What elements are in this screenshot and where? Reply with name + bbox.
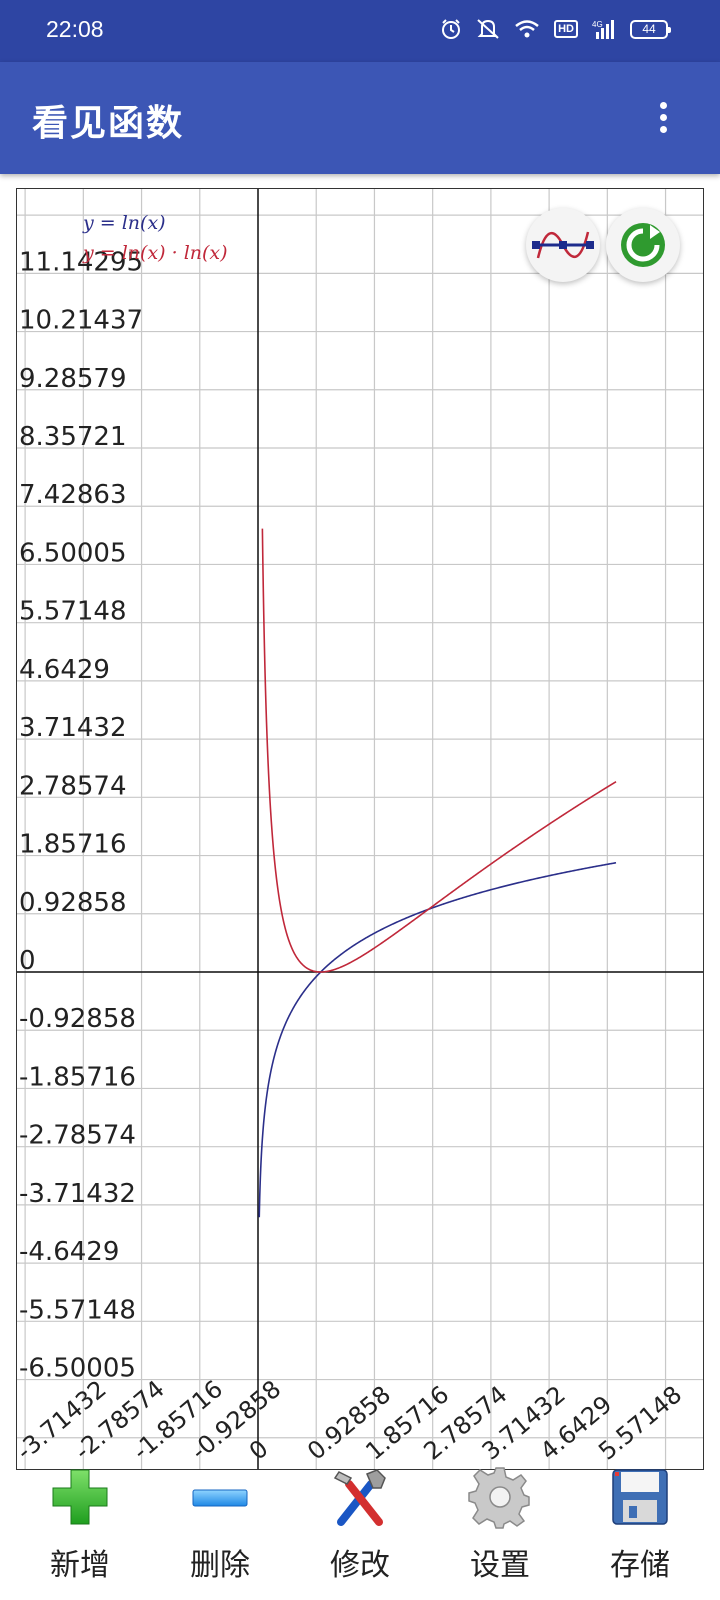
signal-icon: 4G — [592, 20, 614, 39]
svg-text:4G: 4G — [592, 20, 603, 29]
add-button[interactable]: 新增 — [25, 1456, 135, 1600]
app-title: 看见函数 — [32, 103, 185, 144]
y-tick-label: -6.50005 — [19, 1354, 136, 1384]
plus-icon — [52, 1469, 108, 1525]
legend: y = ln(x) y = ln(x) · ln(x) — [82, 212, 228, 264]
battery-icon: 44 — [630, 19, 671, 39]
app-bar: 看见函数 — [0, 62, 720, 174]
y-tick-label: 2.78574 — [19, 771, 127, 801]
y-tick-label: 5.57148 — [19, 597, 127, 627]
graph-panel[interactable]: 11.14295 10.21437 9.28579 8.35721 7.42863 6.5… — [16, 188, 704, 1470]
alarm-icon — [442, 19, 461, 39]
refresh-button[interactable] — [606, 208, 680, 282]
y-tick-label: 1.85716 — [19, 830, 127, 860]
mute-icon — [477, 19, 499, 39]
save-button[interactable]: 存储 — [585, 1456, 695, 1600]
y-tick-label: 4.6429 — [19, 655, 110, 685]
tools-icon — [333, 1469, 386, 1526]
y-tick-label: 3.71432 — [19, 713, 127, 743]
y-tick-label: 10.21437 — [19, 306, 143, 336]
y-tick-label: -5.57148 — [19, 1295, 136, 1325]
minus-icon — [192, 1489, 248, 1507]
edit-label: 修改 — [330, 1548, 390, 1583]
overflow-menu-button[interactable] — [652, 98, 676, 138]
y-tick-label: 6.50005 — [19, 538, 127, 568]
status-bar: 22:08 HD 4G 44 — [0, 0, 720, 62]
add-label: 新增 — [50, 1548, 110, 1583]
legend-series-1: y = ln(x) — [82, 212, 166, 234]
delete-label: 删除 — [190, 1548, 250, 1583]
y-tick-label: 0 — [19, 946, 36, 976]
edit-button[interactable]: 修改 — [305, 1456, 415, 1600]
status-icons: HD 4G 44 — [440, 18, 671, 40]
floppy-icon — [612, 1469, 668, 1525]
y-tick-label: -4.6429 — [19, 1237, 119, 1267]
y-tick-label: -1.85716 — [19, 1062, 136, 1092]
y-axis-labels: 11.1429510.214379.285798.357217.428636.5… — [19, 247, 143, 1383]
series-line-1 — [258, 861, 617, 1218]
delete-button[interactable]: 删除 — [165, 1456, 275, 1600]
y-tick-label: 0.92858 — [19, 888, 127, 918]
curves — [258, 528, 617, 1218]
settings-button[interactable]: 设置 — [445, 1456, 555, 1600]
hd-badge: HD — [554, 20, 578, 38]
y-tick-label: 7.42863 — [19, 480, 127, 510]
function-graph[interactable]: 11.1429510.214379.285798.357217.428636.5… — [17, 189, 704, 1470]
y-tick-label: -2.78574 — [19, 1121, 136, 1151]
refresh-icon — [621, 223, 665, 267]
legend-series-2: y = ln(x) · ln(x) — [82, 242, 228, 264]
gear-icon — [468, 1467, 530, 1529]
y-tick-label: 9.28579 — [19, 364, 127, 394]
y-tick-label: -0.92858 — [19, 1004, 136, 1034]
bottom-toolbar: 新增 删除 修改 设置 存储 — [0, 1456, 720, 1600]
y-tick-label: 8.35721 — [19, 422, 127, 452]
curve-points-button[interactable] — [526, 208, 600, 282]
save-label: 存储 — [610, 1548, 670, 1583]
settings-label: 设置 — [470, 1548, 530, 1583]
x-axis-labels: -3.71432-2.78574-1.85716-0.928580 0.92858… — [17, 1375, 687, 1466]
y-tick-label: -3.71432 — [19, 1179, 136, 1209]
status-time: 22:08 — [46, 16, 104, 42]
wifi-icon — [515, 20, 539, 38]
sine-wave-icon — [532, 231, 594, 259]
